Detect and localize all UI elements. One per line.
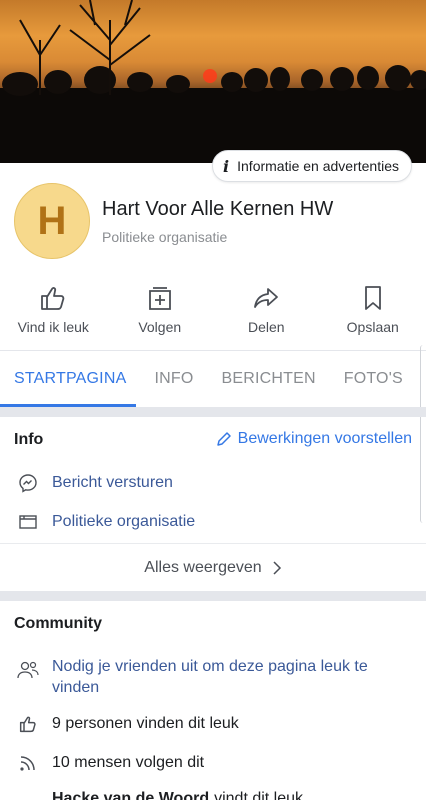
show-all-button[interactable]: Alles weergeven: [0, 543, 426, 591]
action-bar: Vind ik leuk Volgen Delen Opslaan: [0, 283, 426, 345]
like-button[interactable]: Vind ik leuk: [0, 283, 107, 345]
share-icon: [254, 288, 279, 308]
like-label: Vind ik leuk: [17, 319, 89, 335]
likes-count: 9 personen vinden dit leuk: [52, 715, 239, 732]
thumbs-up-icon: [19, 716, 36, 733]
page-category: Politieke organisatie: [102, 228, 228, 245]
friend-name[interactable]: Hacke van de Woord: [52, 790, 209, 800]
send-message-label: Bericht versturen: [52, 474, 173, 491]
show-all-label: Alles weergeven: [144, 558, 262, 576]
category-label: Politieke organisatie: [52, 513, 196, 530]
section-divider: [0, 591, 426, 601]
community-heading: Community: [14, 615, 102, 632]
page-title: Hart Voor Alle Kernen HW: [102, 197, 334, 220]
page-tabs: STARTPAGINA INFO BERICHTEN FOTO'S CO: [0, 350, 426, 407]
info-heading: Info: [14, 431, 44, 448]
followers-row: 10 mensen volgen dit: [14, 753, 204, 773]
pencil-icon: [216, 432, 231, 446]
sunset-landscape-image: [0, 0, 426, 163]
tab-info[interactable]: INFO: [140, 370, 207, 388]
save-button[interactable]: Opslaan: [320, 283, 426, 345]
save-label: Opslaan: [346, 319, 399, 335]
avatar[interactable]: H: [14, 183, 90, 259]
follow-icon: [148, 287, 171, 310]
follow-label: Volgen: [138, 319, 182, 335]
rss-icon: [20, 756, 35, 771]
scrollbar[interactable]: [420, 345, 426, 523]
thumbs-up-icon: [41, 287, 65, 310]
cover-photo[interactable]: [0, 0, 426, 163]
tab-posts[interactable]: BERICHTEN: [207, 370, 329, 388]
section-divider: [0, 407, 426, 417]
info-icon: i: [223, 156, 230, 176]
followers-count: 10 mensen volgen dit: [52, 754, 205, 771]
send-message-row[interactable]: Bericht versturen: [14, 473, 173, 493]
share-label: Delen: [247, 319, 285, 335]
follow-button[interactable]: Volgen: [107, 283, 214, 345]
invite-friends-label: Nodig je vrienden uit om deze pagina leu…: [52, 658, 368, 696]
likes-row: 9 personen vinden dit leuk: [14, 714, 239, 734]
info-and-ads-label: Informatie en advertenties: [237, 158, 399, 174]
avatar-initial: H: [37, 198, 67, 243]
category-icon: [19, 515, 37, 529]
bookmark-icon: [364, 286, 381, 310]
tab-photos[interactable]: FOTO'S: [330, 370, 417, 388]
invite-friends-row[interactable]: Nodig je vrienden uit om deze pagina leu…: [14, 656, 392, 698]
friend-like-suffix: vindt dit leuk: [214, 790, 304, 800]
chevron-right-icon: [273, 560, 281, 575]
category-row[interactable]: Politieke organisatie: [14, 512, 195, 532]
friend-like-row[interactable]: Hacke van de Woord vindt dit leuk: [14, 790, 303, 800]
page-header: H Hart Voor Alle Kernen HW Politieke org…: [14, 183, 333, 259]
messenger-icon: [19, 474, 37, 493]
suggest-edits-link[interactable]: Bewerkingen voorstellen: [216, 430, 412, 448]
tab-home[interactable]: STARTPAGINA: [0, 370, 140, 388]
friend-icon: [18, 793, 38, 800]
share-button[interactable]: Delen: [213, 283, 320, 345]
info-and-ads-button[interactable]: i Informatie en advertenties: [212, 150, 412, 182]
suggest-edits-label: Bewerkingen voorstellen: [237, 430, 412, 447]
invite-friends-icon: [17, 661, 39, 679]
